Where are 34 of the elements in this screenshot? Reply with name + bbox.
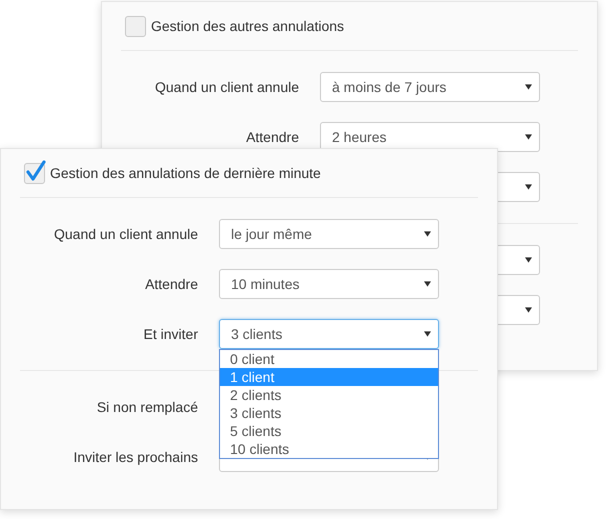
- field-label: Inviter les prochains: [73, 448, 198, 467]
- field-label: Si non remplacé: [96, 398, 198, 417]
- select-field[interactable]: à moins de 7 jours: [320, 72, 540, 102]
- field-label: Attendre: [145, 274, 198, 294]
- caret-icon: [525, 184, 532, 190]
- field-label: Quand un client annule: [155, 78, 299, 97]
- checkmark-icon: [26, 160, 46, 182]
- select-field[interactable]: le jour même: [219, 219, 439, 249]
- caret-icon: [424, 281, 431, 287]
- checkbox[interactable]: [125, 16, 146, 36]
- select-field[interactable]: 3 clients: [219, 319, 439, 349]
- select-value: le jour même: [231, 224, 312, 244]
- select-value: 2 heures: [332, 128, 386, 146]
- select-field[interactable]: 10 minutes: [219, 269, 439, 299]
- select-value: à moins de 7 jours: [332, 78, 446, 97]
- caret-icon: [424, 231, 431, 237]
- caret-icon: [525, 84, 532, 90]
- dropdown-option[interactable]: 10 clients: [220, 440, 438, 458]
- caret-icon: [525, 307, 532, 313]
- dropdown-option[interactable]: 2 clients: [220, 386, 438, 404]
- caret-icon: [424, 331, 431, 337]
- select-value: 3 clients: [231, 324, 282, 344]
- field-label: Et inviter: [144, 324, 198, 344]
- dropdown-option[interactable]: 0 client: [220, 350, 438, 368]
- dropdown-option[interactable]: 3 clients: [220, 404, 438, 422]
- field-label: Quand un client annule: [54, 224, 198, 244]
- section-title: Gestion des autres annulations: [151, 16, 344, 36]
- caret-icon: [525, 257, 532, 263]
- checkbox[interactable]: [24, 162, 45, 184]
- select-value: 10 minutes: [231, 274, 300, 294]
- field-label: Attendre: [246, 128, 299, 146]
- dropdown-option[interactable]: 5 clients: [220, 422, 438, 440]
- section-title: Gestion des annulations de dernière minute: [50, 164, 321, 182]
- caret-icon: [525, 134, 532, 140]
